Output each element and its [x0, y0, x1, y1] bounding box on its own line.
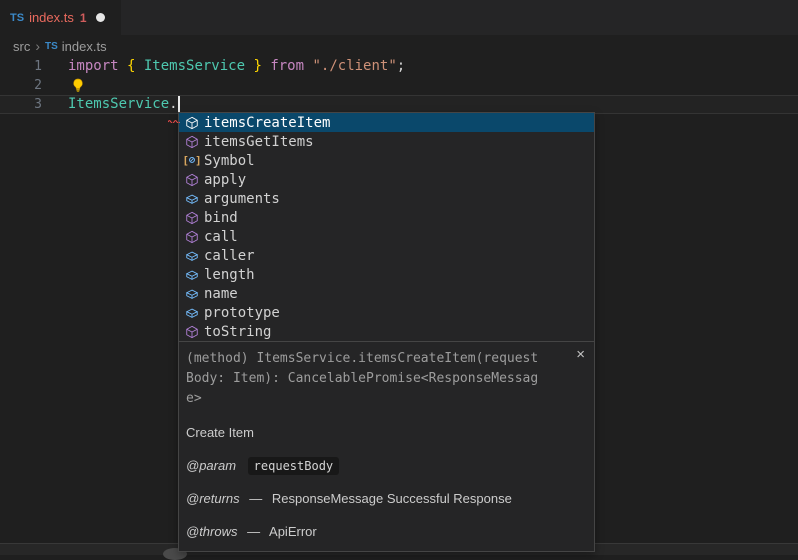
suggestion-label: name — [204, 286, 238, 302]
doc-throws-row: @throws — ApiError — [186, 524, 586, 539]
returns-tag: @returns — [186, 491, 240, 506]
line-number: 1 — [0, 57, 42, 76]
param-tag: @param — [186, 458, 236, 473]
suggestion-label: prototype — [204, 305, 280, 321]
brace-open: { — [127, 57, 144, 76]
suggestion-label: arguments — [204, 191, 280, 207]
dash-separator: — — [249, 491, 262, 506]
suggestion-label: Symbol — [204, 153, 255, 169]
intellisense-widget: [⊘] itemsCreateItem [⊘] itemsGetItems [⊘… — [178, 112, 595, 552]
symbol-method-icon — [184, 210, 200, 226]
identifier-itemsservice: ItemsService — [68, 95, 169, 114]
symbol-method-icon — [184, 134, 200, 150]
tab-filename: index.ts — [29, 10, 74, 25]
tab-bar: TS index.ts 1 — [0, 0, 798, 35]
symbol-field-icon — [184, 248, 200, 264]
symbol-field-icon — [184, 267, 200, 283]
keyword-from: from — [270, 57, 312, 76]
code-editor[interactable]: 1 import { ItemsService } from "./client… — [0, 57, 798, 114]
line-number: 3 — [0, 95, 42, 114]
typescript-file-icon: TS — [45, 41, 58, 52]
keyword-import: import — [68, 57, 127, 76]
throws-tag: @throws — [186, 524, 238, 539]
symbol-method-icon — [184, 324, 200, 340]
modified-indicator-icon[interactable] — [96, 13, 105, 22]
lightbulb-icon[interactable] — [71, 78, 85, 93]
symbol-field-icon — [184, 191, 200, 207]
symbol-variable-icon: [⊘] — [184, 153, 200, 169]
suggestion-item[interactable]: [⊘] apply — [179, 170, 594, 189]
breadcrumb-file[interactable]: index.ts — [62, 39, 107, 54]
brace-close: } — [245, 57, 270, 76]
code-line-1[interactable]: 1 import { ItemsService } from "./client… — [0, 57, 798, 76]
suggestion-label: call — [204, 229, 238, 245]
suggestion-docs-panel: (method) ItemsService.itemsCreateItem(re… — [179, 341, 594, 551]
method-signature: (method) ItemsService.itemsCreateItem(re… — [186, 349, 542, 409]
error-squiggle-icon — [168, 110, 180, 128]
param-code-badge: requestBody — [248, 457, 339, 475]
tab-problem-badge: 1 — [80, 11, 87, 25]
chevron-right-icon: › — [35, 38, 40, 54]
symbol-field-icon — [184, 286, 200, 302]
suggestion-label: toString — [204, 324, 271, 340]
tab-index-ts[interactable]: TS index.ts 1 — [0, 0, 121, 35]
symbol-method-icon — [184, 172, 200, 188]
suggestion-item[interactable]: [⊘] length — [179, 265, 594, 284]
suggestion-item[interactable]: [⊘] prototype — [179, 303, 594, 322]
breadcrumb-folder[interactable]: src — [13, 39, 30, 54]
suggestion-item[interactable]: [⊘] caller — [179, 246, 594, 265]
suggestion-item[interactable]: [⊘] call — [179, 227, 594, 246]
close-icon[interactable]: × — [576, 347, 585, 362]
suggestion-label: apply — [204, 172, 246, 188]
suggestion-item[interactable]: [⊘] name — [179, 284, 594, 303]
suggestion-item[interactable]: [⊘] itemsCreateItem — [179, 113, 594, 132]
doc-param-row: @param requestBody — [186, 458, 586, 473]
suggestion-label: length — [204, 267, 255, 283]
suggestion-label: itemsCreateItem — [204, 115, 330, 131]
symbol-method-icon — [184, 229, 200, 245]
suggestion-label: bind — [204, 210, 238, 226]
breadcrumb: src › TS index.ts — [0, 35, 798, 57]
suggestion-label: itemsGetItems — [204, 134, 314, 150]
symbol-field-icon — [184, 305, 200, 321]
code-line-2[interactable]: 2 — [0, 76, 798, 95]
string-client-path: "./client" — [312, 57, 396, 76]
suggestion-item[interactable]: [⊘] toString — [179, 322, 594, 341]
doc-returns-row: @returns — ResponseMessage Successful Re… — [186, 491, 586, 506]
suggestion-item[interactable]: [⊘] Symbol — [179, 151, 594, 170]
identifier-itemsservice: ItemsService — [144, 57, 245, 76]
suggestion-list: [⊘] itemsCreateItem [⊘] itemsGetItems [⊘… — [179, 113, 594, 341]
dash-separator: — — [247, 524, 260, 539]
throws-text: ApiError — [269, 524, 317, 539]
typescript-file-icon: TS — [10, 12, 24, 24]
suggestion-item[interactable]: [⊘] itemsGetItems — [179, 132, 594, 151]
symbol-method-icon — [184, 115, 200, 131]
suggestion-label: caller — [204, 248, 255, 264]
returns-text: ResponseMessage Successful Response — [272, 491, 512, 506]
semicolon: ; — [397, 57, 405, 76]
line-number: 2 — [0, 76, 42, 95]
suggestion-item[interactable]: [⊘] arguments — [179, 189, 594, 208]
suggestion-item[interactable]: [⊘] bind — [179, 208, 594, 227]
doc-description: Create Item — [186, 425, 586, 440]
